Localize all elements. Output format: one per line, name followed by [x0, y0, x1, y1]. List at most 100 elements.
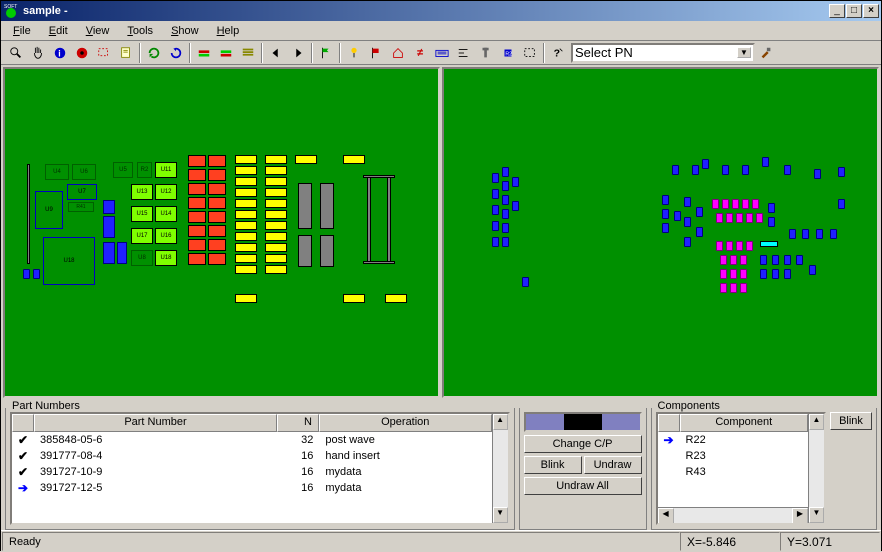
toolbar: i ≠ R2 ? Select PN ▼	[1, 41, 881, 65]
comp-or	[188, 197, 206, 209]
comp-u4: U4	[45, 164, 69, 180]
scroll-up-icon: ▲	[493, 414, 508, 430]
table-row[interactable]: ✔ 391777-08-4 16 hand insert	[12, 448, 492, 464]
comp-r2: R2	[137, 162, 152, 178]
status-y: Y=3.071	[780, 532, 880, 551]
comp-or	[188, 211, 206, 223]
svg-text:SOFT: SOFT	[4, 4, 17, 10]
comp-u7: U7	[67, 184, 97, 200]
comp-tiny	[33, 269, 40, 279]
comp-or	[188, 155, 206, 167]
noteq-icon[interactable]: ≠	[409, 43, 431, 63]
minimize-button[interactable]: _	[829, 4, 845, 18]
comp-vscroll[interactable]: ▲ ▼	[808, 414, 824, 523]
blink-button[interactable]: Blink	[524, 456, 582, 474]
menu-edit[interactable]: Edit	[41, 23, 76, 39]
layers-icon[interactable]	[237, 43, 259, 63]
work-area: U4 U6 U5 R2 U11 U7 U13 U12 U9 R41 U15 U1…	[1, 65, 881, 400]
col-n[interactable]: N	[277, 414, 319, 432]
comp-hscroll[interactable]: ◀ ▶	[658, 507, 808, 523]
pan-icon[interactable]	[27, 43, 49, 63]
table-row[interactable]: R43	[658, 464, 808, 480]
pn-header: Part Number N Operation	[12, 414, 492, 432]
flag-icon[interactable]	[315, 43, 337, 63]
components-panel: Component ➔ R22 R23 R43	[651, 408, 877, 530]
menu-file[interactable]: File	[5, 23, 39, 39]
refresh-icon[interactable]	[143, 43, 165, 63]
col-partnumber[interactable]: Part Number	[34, 414, 277, 432]
part-numbers-panel: Part Number N Operation ✔ 385848-05-6 32…	[5, 408, 515, 530]
menu-show[interactable]: Show	[163, 23, 207, 39]
chip-icon[interactable]: R2	[497, 43, 519, 63]
comp-blue	[103, 200, 115, 214]
comp-u18b: U18	[155, 250, 177, 266]
title-bar: SOFT sample - _ □ ×	[1, 1, 881, 21]
board-view-left[interactable]: U4 U6 U5 R2 U11 U7 U13 U12 U9 R41 U15 U1…	[3, 67, 440, 398]
comp-u17: U17	[131, 228, 153, 244]
next-icon[interactable]	[287, 43, 309, 63]
mid-panel: Change C/P Blink Undraw Undraw All	[519, 408, 647, 530]
change-cp-button[interactable]: Change C/P	[524, 435, 642, 453]
home-icon[interactable]	[387, 43, 409, 63]
target-icon[interactable]	[71, 43, 93, 63]
table-row[interactable]: ➔ 391727-12-5 16 mydata	[12, 480, 492, 496]
comp-u5: U5	[113, 162, 133, 178]
comp-u12: U12	[155, 184, 177, 200]
col-check[interactable]	[12, 414, 34, 432]
tool-icon[interactable]	[475, 43, 497, 63]
comp-or	[188, 225, 206, 237]
rect-select-icon[interactable]	[93, 43, 115, 63]
thumbtack-icon[interactable]	[343, 43, 365, 63]
info-icon[interactable]: i	[49, 43, 71, 63]
comp-blue	[103, 216, 115, 238]
comp-blink-button[interactable]: Blink	[830, 412, 872, 430]
bottom-area: Part Number N Operation ✔ 385848-05-6 32…	[1, 400, 881, 530]
undraw-button[interactable]: Undraw	[584, 456, 642, 474]
col-operation[interactable]: Operation	[319, 414, 492, 432]
dropdown-arrow-icon[interactable]: ▼	[737, 47, 751, 58]
comp-col-header[interactable]: Component	[680, 414, 808, 432]
comp-or	[188, 183, 206, 195]
pn-selector[interactable]: Select PN ▼	[571, 43, 755, 63]
comp-col-blank[interactable]	[658, 414, 680, 432]
layer2-icon[interactable]	[215, 43, 237, 63]
menu-view[interactable]: View	[78, 23, 118, 39]
scroll-left-icon: ◀	[658, 508, 674, 524]
comp-or	[188, 253, 206, 265]
close-button[interactable]: ×	[863, 4, 879, 18]
arrow-icon: ➔	[664, 433, 674, 447]
area-icon[interactable]	[519, 43, 541, 63]
cp-indicator	[524, 412, 642, 432]
table-row[interactable]: ➔ R22	[658, 432, 808, 448]
undraw-all-button[interactable]: Undraw All	[524, 477, 642, 495]
table-row[interactable]: R23	[658, 448, 808, 464]
table-row[interactable]: ✔ 385848-05-6 32 post wave	[12, 432, 492, 448]
check-icon: ✔	[18, 433, 28, 447]
hammer-icon[interactable]	[755, 43, 777, 63]
help-icon[interactable]: ?	[547, 43, 569, 63]
svg-text:R2: R2	[505, 51, 512, 57]
search-icon[interactable]	[5, 43, 27, 63]
redflag-icon[interactable]	[365, 43, 387, 63]
comp-y	[235, 155, 257, 164]
comp-blue	[103, 242, 115, 264]
prev-icon[interactable]	[265, 43, 287, 63]
table-row[interactable]: ✔ 391727-10-9 16 mydata	[12, 464, 492, 480]
board-view-right[interactable]	[442, 67, 879, 398]
comp-u11: U11	[155, 162, 177, 178]
sheet-icon[interactable]	[115, 43, 137, 63]
pn-vscroll[interactable]: ▲ ▼	[492, 414, 508, 523]
layer1-icon[interactable]	[193, 43, 215, 63]
comp-u6: U6	[72, 164, 96, 180]
comp-u9: U9	[35, 191, 63, 229]
rotate-icon[interactable]	[165, 43, 187, 63]
comp-u16: U16	[155, 228, 177, 244]
menu-bar: File Edit View Tools Show Help	[1, 21, 881, 41]
comp-tiny	[23, 269, 30, 279]
align-icon[interactable]	[453, 43, 475, 63]
keyboard-icon[interactable]	[431, 43, 453, 63]
menu-tools[interactable]: Tools	[119, 23, 161, 39]
comp-blue	[117, 242, 127, 264]
menu-help[interactable]: Help	[209, 23, 248, 39]
maximize-button[interactable]: □	[846, 4, 862, 18]
